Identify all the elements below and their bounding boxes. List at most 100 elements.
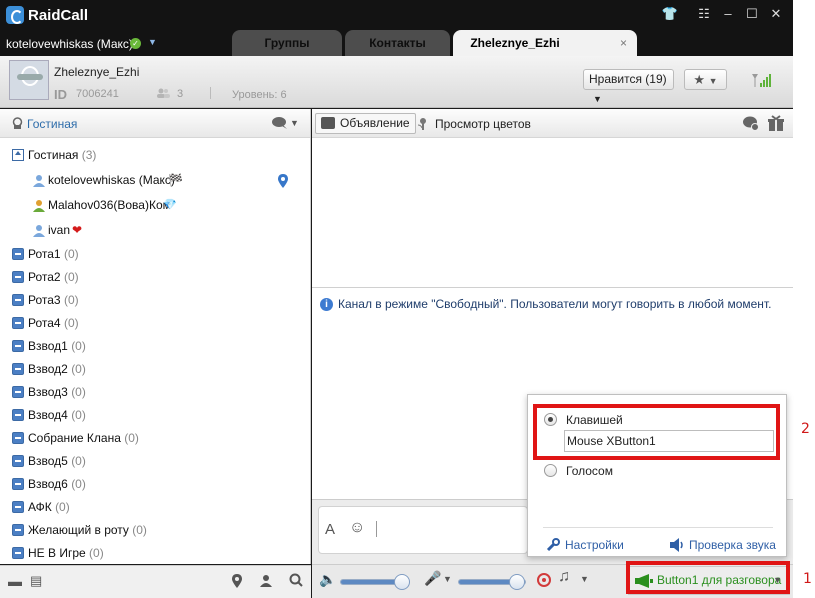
volume-slider[interactable] — [340, 574, 411, 590]
collapse-icon — [12, 363, 24, 375]
channel-item[interactable]: Собрание Клана (0) — [0, 427, 310, 450]
annotation-box-2 — [533, 404, 780, 460]
channel-count: (0) — [71, 339, 86, 353]
chevron-down-icon[interactable]: ▼ — [443, 574, 452, 584]
sound-check-link[interactable]: Проверка звука — [670, 538, 776, 552]
tab-contacts[interactable]: Контакты — [345, 30, 450, 56]
annotation-box-1 — [626, 561, 790, 594]
skin-icon[interactable]: 👕 — [660, 5, 680, 23]
channel-count: (0) — [63, 293, 79, 307]
announcement-button[interactable]: Объявление — [315, 113, 416, 134]
channel-item[interactable]: АФК (0) — [0, 496, 310, 519]
channel-count: (0) — [63, 316, 79, 330]
user-name: kotelovewhiskas (Макс) — [48, 173, 175, 187]
channel-item[interactable]: Взвод5 (0) — [0, 450, 310, 473]
channel-name: НЕ В Игре — [28, 546, 86, 560]
channel-item[interactable]: Взвод4 (0) — [0, 404, 310, 427]
current-room-label[interactable]: Гостиная — [27, 117, 77, 131]
channel-item[interactable]: Взвод6 (0) — [0, 473, 310, 496]
mic-slider-handle[interactable] — [509, 574, 526, 590]
view-flowers-button[interactable]: Просмотр цветов — [416, 117, 531, 131]
app-logo: RaidCall — [6, 6, 88, 24]
collapse-icon — [12, 386, 24, 398]
user-icon — [33, 200, 45, 212]
signal-strength-icon — [752, 74, 771, 87]
location-pin-icon[interactable] — [278, 174, 288, 188]
channel-item[interactable]: Взвод1 (0) — [0, 335, 310, 358]
channel-name: Рота3 — [28, 293, 61, 307]
user-icon[interactable] — [260, 574, 272, 587]
menu-icon[interactable]: ☷ — [694, 5, 714, 23]
channel-count: (0) — [55, 500, 70, 514]
channel-count: (0) — [63, 270, 79, 284]
channel-item[interactable]: НЕ В Игре (0) — [0, 542, 310, 565]
current-user-name[interactable]: kotelovewhiskas (Макс) — [6, 37, 133, 51]
status-dropdown-icon[interactable]: ▼ — [148, 37, 157, 47]
chevron-down-icon[interactable]: ▼ — [290, 118, 299, 128]
channel-name: Рота2 — [28, 270, 61, 284]
channel-item[interactable]: Желающий в роту (0) — [0, 519, 310, 542]
channel-item[interactable]: Рота2 (0) — [0, 266, 310, 289]
user-icon — [33, 175, 45, 187]
tab-groups[interactable]: Группы — [232, 30, 342, 56]
chat-bubble-icon[interactable] — [271, 116, 289, 130]
collapse-all-icon[interactable]: ▬ — [8, 573, 22, 589]
channel-item[interactable]: Рота1 (0) — [0, 243, 310, 266]
channel-item[interactable]: Взвод2 (0) — [0, 358, 310, 381]
speaker-icon[interactable]: 🔈 — [319, 571, 336, 588]
channel-name: Собрание Клана — [28, 431, 121, 445]
tab-channel-label: Zheleznye_Ezhi — [470, 36, 560, 50]
system-message: i Канал в режиме "Свободный". Пользовате… — [320, 297, 771, 311]
radio-voice-mode[interactable] — [544, 464, 557, 477]
channel-count: (0) — [71, 362, 86, 376]
star-icon: ★ — [693, 72, 706, 87]
chevron-down-icon[interactable]: ▼ — [580, 574, 589, 584]
channel-name: Взвод6 — [28, 477, 68, 491]
channel-lobby[interactable]: Гостиная (3) — [0, 144, 310, 167]
channel-id: 7006241 — [76, 88, 119, 100]
minimize-button[interactable]: – — [718, 5, 738, 23]
channel-name: Взвод4 — [28, 408, 68, 422]
emoji-icon[interactable]: ☺ — [349, 519, 365, 537]
channel-item[interactable]: Рота3 (0) — [0, 289, 310, 312]
favorite-button[interactable]: ★ ▼ — [684, 69, 727, 90]
user-item[interactable]: kotelovewhiskas (Макс) 🏁 — [0, 169, 310, 192]
gift-icon[interactable] — [767, 115, 785, 132]
channel-tree-footer: ▬ ▤ — [0, 565, 311, 598]
settings-link[interactable]: Настройки — [546, 538, 624, 552]
channel-item[interactable]: Взвод3 (0) — [0, 381, 310, 404]
like-button[interactable]: Нравится (19) ▼ — [583, 69, 674, 104]
diamond-badge-icon: 💎 — [163, 199, 177, 211]
channel-card-icon[interactable]: ▤ — [30, 573, 42, 589]
user-item[interactable]: ivan ❤ — [0, 219, 310, 242]
channel-item[interactable]: Рота4 (0) — [0, 312, 310, 335]
font-icon[interactable]: A — [325, 521, 335, 538]
maximize-button[interactable]: ☐ — [742, 5, 762, 23]
close-button[interactable]: ✕ — [766, 5, 786, 23]
user-bar: kotelovewhiskas (Макс) ✓ ▼ Группы Контак… — [0, 30, 793, 56]
user-item[interactable]: Malahov036(Вова)Ком 💎 — [0, 194, 310, 217]
search-icon[interactable] — [289, 573, 303, 587]
tab-contacts-label: Контакты — [369, 36, 426, 50]
mic-slider[interactable] — [458, 574, 526, 590]
music-icon[interactable]: ♫ — [558, 568, 570, 586]
message-input[interactable]: A ☺ — [318, 506, 528, 554]
tab-channel[interactable]: Zheleznye_Ezhi × — [453, 30, 637, 56]
collapse-icon — [12, 294, 24, 306]
radio-voice-label[interactable]: Голосом — [566, 464, 613, 478]
channel-count: (0) — [132, 523, 147, 537]
volume-slider-handle[interactable] — [394, 574, 411, 590]
microphone-icon[interactable]: 🎤 — [424, 570, 441, 587]
channel-name: Рота4 — [28, 316, 61, 330]
channel-count: (3) — [81, 148, 97, 162]
channel-count: (0) — [63, 247, 79, 261]
tab-close-icon[interactable]: × — [620, 30, 627, 56]
members-count: 3 — [177, 88, 184, 100]
heart-badge-icon: ❤ — [72, 223, 83, 237]
location-pin-icon[interactable] — [232, 574, 242, 588]
like-button-label: Нравится (19) — [589, 72, 667, 86]
channel-count: (0) — [71, 408, 86, 422]
chat-settings-icon[interactable] — [742, 115, 760, 132]
record-icon[interactable] — [537, 573, 551, 587]
online-status-icon[interactable]: ✓ — [130, 38, 141, 49]
